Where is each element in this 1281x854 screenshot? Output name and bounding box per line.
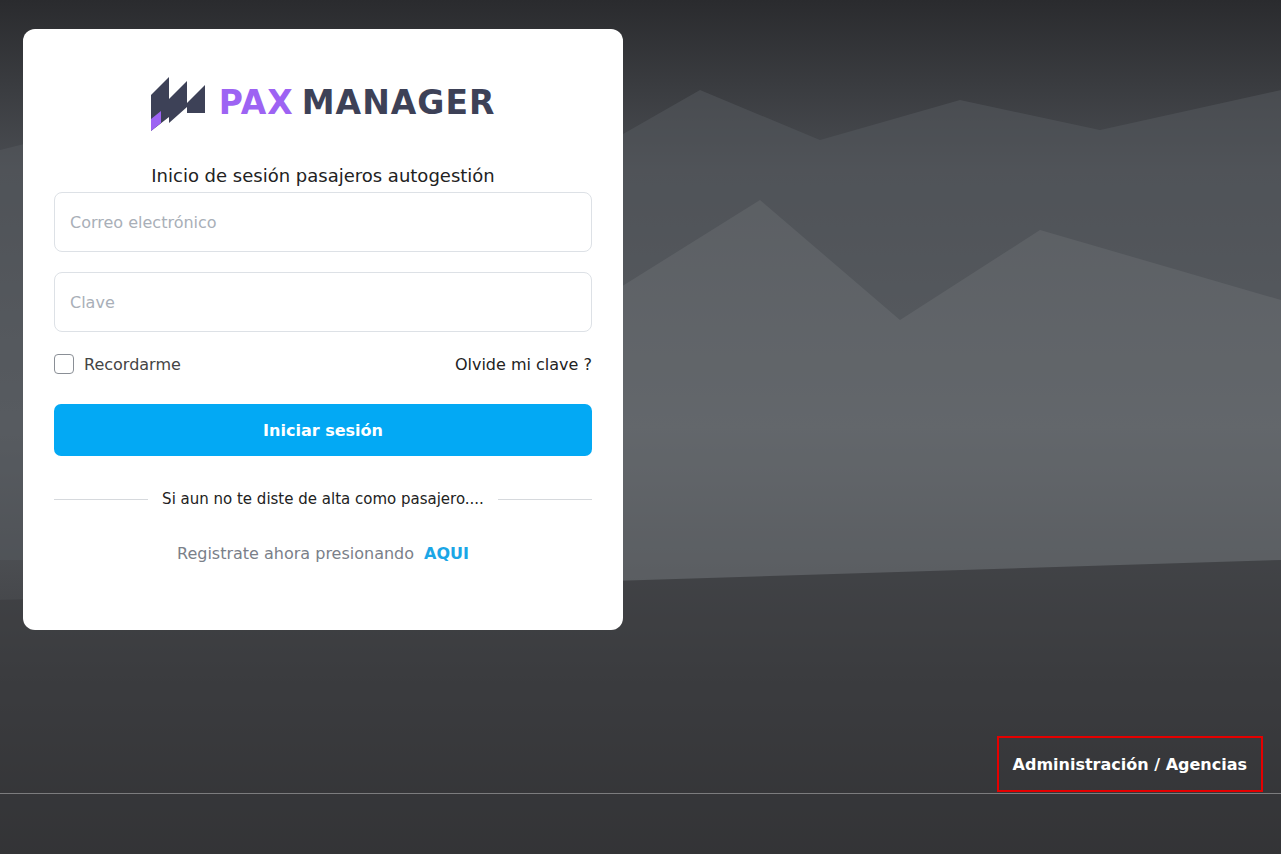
email-input[interactable] — [54, 192, 592, 252]
logo-icon — [151, 73, 211, 131]
footer-line — [0, 793, 1281, 794]
divider-line — [54, 499, 148, 500]
forgot-link[interactable]: Olvide mi clave ? — [455, 355, 592, 374]
remember-checkbox[interactable]: Recordarme — [54, 354, 181, 374]
password-input[interactable] — [54, 272, 592, 332]
logo-name: MANAGER — [302, 83, 496, 122]
register-link[interactable]: AQUI — [424, 544, 469, 563]
logo-accent: PAX — [219, 83, 294, 122]
options-row: Recordarme Olvide mi clave ? — [54, 354, 592, 374]
login-card: PAXMANAGER Inicio de sesión pasajeros aut… — [23, 29, 623, 630]
register-text: Registrate ahora presionando — [177, 544, 414, 563]
divider-text: Si aun no te diste de alta como pasajero… — [162, 490, 484, 508]
register-row: Registrate ahora presionando AQUI — [54, 544, 592, 563]
divider: Si aun no te diste de alta como pasajero… — [54, 490, 592, 508]
divider-line — [498, 499, 592, 500]
login-button[interactable]: Iniciar sesión — [54, 404, 592, 456]
admin-link[interactable]: Administración / Agencias — [997, 736, 1263, 792]
remember-label[interactable]: Recordarme — [84, 355, 181, 374]
logo: PAXMANAGER — [54, 73, 592, 131]
checkbox-icon[interactable] — [54, 354, 74, 374]
footer: Administración / Agencias — [0, 736, 1281, 792]
login-page: PAXMANAGER Inicio de sesión pasajeros aut… — [0, 0, 1281, 854]
form-title: Inicio de sesión pasajeros autogestión — [54, 165, 592, 186]
